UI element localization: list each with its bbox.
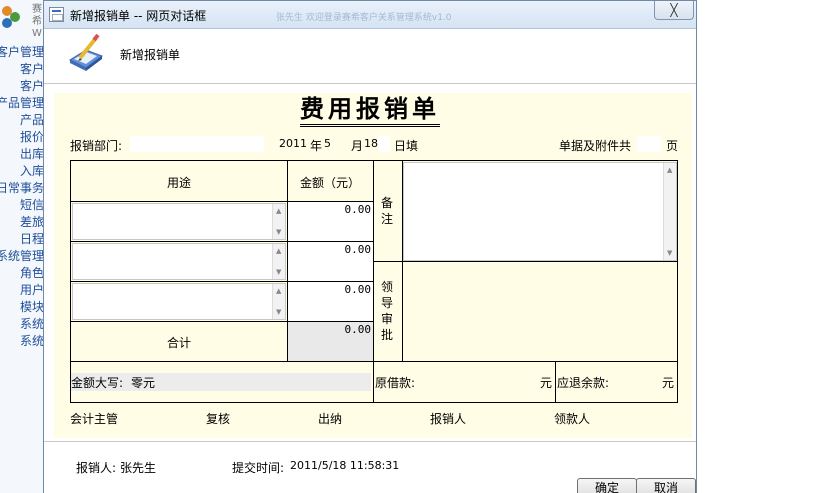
background-menu-item: 用户 [20,283,45,297]
ok-button[interactable]: 确定 [577,478,637,493]
purpose-scrollbar[interactable]: ▲ ▼ [272,204,285,239]
remark-textarea[interactable] [403,162,677,261]
dialog-title: 新增报销单 -- 网页对话框 [70,9,207,23]
background-menu-item: 入库 [20,164,45,178]
submit-time-value: 2011/5/18 11:58:31 [290,459,400,472]
scroll-down-icon[interactable]: ▼ [276,268,281,276]
scroll-up-icon[interactable]: ▲ [276,287,281,295]
background-menu-item: 差旅 [20,215,45,229]
background-menu-item: 报价 [20,130,45,144]
expense-form: 费用报销单 报销部门: 2011 年 5 月 18 日填 单据及附件共 页 用途… [54,93,692,438]
attachments-label: 单据及附件共 [559,139,632,153]
total-amount: 0.00 [344,323,372,336]
col-header-amount: 金额（元） [300,176,361,190]
background-menu-item: 客户 [20,79,45,93]
col-header-purpose: 用途 [167,176,192,190]
amount-value: 0.00 [344,203,372,216]
scroll-down-icon[interactable]: ▼ [667,249,672,257]
day-field[interactable] [378,136,390,152]
purpose-scrollbar[interactable]: ▲ ▼ [272,284,285,319]
signer-label: 复核 [206,412,231,426]
amount-value: 0.00 [344,283,372,296]
signer-label: 领款人 [554,412,591,426]
background-menu-item: 系统 [20,334,45,348]
amount-words-label: 金额大写: [71,376,124,390]
signer-label: 会计主管 [70,412,119,426]
year-value: 2011 [279,137,307,150]
scroll-up-icon[interactable]: ▲ [276,207,281,215]
dialog-titlebar[interactable]: 新增报销单 -- 网页对话框 张先生 欢迎登录赛希客户关系管理系统v1.0 ╳ [44,1,696,29]
background-menu-item: 客户 [20,62,45,76]
total-label: 合计 [167,336,192,350]
background-menu-item: 日程 [20,232,45,246]
approval-label: 领导审批 [380,280,393,342]
borrowed-input[interactable] [416,371,536,391]
background-menu-item: 系统 [20,317,45,331]
day-unit: 日填 [394,139,419,153]
background-menu-item: 模块 [20,300,45,314]
month-value: 5 [324,137,331,150]
purpose-textarea[interactable] [72,283,286,320]
background-menu-item: 出库 [20,147,45,161]
app-logo-icon [0,4,22,30]
dialog-header: 新增报销单 [44,30,696,84]
purpose-scrollbar[interactable]: ▲ ▼ [272,244,285,279]
close-icon: ╳ [670,3,678,17]
borrowed-unit: 元 [540,376,553,390]
signer-label: 出纳 [318,412,343,426]
month-unit: 月 [351,139,364,153]
header-title: 新增报销单 [120,48,181,62]
attachments-unit: 页 [666,139,679,153]
amount-words-value: 零元 [131,376,156,390]
scroll-up-icon[interactable]: ▲ [276,247,281,255]
remark-scrollbar[interactable]: ▲ ▼ [663,163,676,260]
submit-time-label: 提交时间: [232,461,285,475]
year-unit: 年 [310,139,323,153]
background-menu-item: 短信 [20,198,45,212]
reporter-label: 报销人: [76,461,117,475]
dialog-footer: 报销人: 张先生 提交时间: 2011/5/18 11:58:31 确定 取消 [44,441,696,493]
signer-label: 报销人 [430,412,467,426]
scroll-down-icon[interactable]: ▼ [276,308,281,316]
borrowed-label: 原借款: [375,376,416,390]
scroll-up-icon[interactable]: ▲ [667,166,672,174]
cancel-button[interactable]: 取消 [636,478,696,493]
refund-unit: 元 [662,376,675,390]
background-menu-item: 产品管理 [0,96,45,110]
background-menu-item: 客户管理 [0,45,45,59]
background-menu-item: 角色 [20,266,45,280]
attachments-count-input[interactable] [637,136,661,152]
background-window-title: 张先生 欢迎登录赛希客户关系管理系统v1.0 [276,13,452,23]
background-menu-item: 日常事务 [0,181,45,195]
remark-label: 备注 [380,196,393,226]
screen: 赛希 W 客户管理 客户 客户 产品管理 产品 报价 出库 入库 日常事务 短信 差旅 日程 系统管理角… [0,0,819,493]
dialog-window: 新增报销单 -- 网页对话框 张先生 欢迎登录赛希客户关系管理系统v1.0 ╳ … [43,0,697,493]
edit-document-icon [68,34,104,71]
close-button[interactable]: ╳ [654,1,694,20]
background-menu-item: 系统管理 [0,249,45,263]
refund-label: 应退余款: [557,376,610,390]
day-value: 18 [364,137,378,150]
scroll-down-icon[interactable]: ▼ [276,228,281,236]
purpose-textarea[interactable] [72,243,286,280]
reporter-value: 张先生 [120,461,157,475]
purpose-textarea[interactable] [72,203,286,240]
background-menu-item: 产品 [20,113,45,127]
dept-label: 报销部门: [70,139,123,153]
window-icon [49,7,64,22]
form-title: 费用报销单 [300,95,440,127]
expense-table: 用途 金额（元） ▲ ▼ 0.00 ▲ ▼ 0.00 ▲ ▼ 0.00 合计 0.00 备注 ▲… [70,160,678,403]
amount-value: 0.00 [344,243,372,256]
dept-input[interactable] [130,136,264,152]
